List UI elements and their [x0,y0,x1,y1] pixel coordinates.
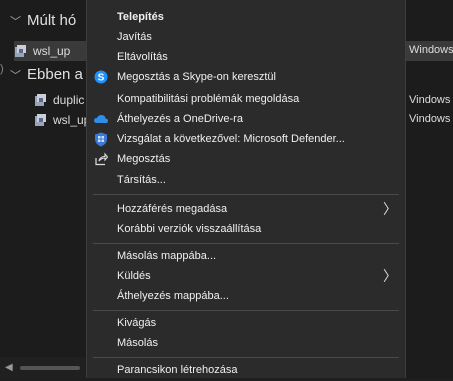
list-item[interactable]: wsl_up [14,41,86,61]
menu-item-label: Másolás mappába... [117,250,217,262]
menu-item-label: Parancsikon létrehozása [117,364,238,376]
file-name: duplic [53,93,85,107]
menu-item-label: Eltávolítás [117,51,168,63]
installer-file-icon [14,44,28,58]
file-type-cell: Vindows [409,113,451,125]
group-header-label: Múlt hó [27,12,77,29]
menu-item-repair[interactable]: Javítás [87,26,405,48]
chevron-right-icon: 〉 [383,201,397,217]
list-item[interactable]: wsl_up [34,110,90,130]
skype-icon: S [93,69,109,85]
menu-item-give-access[interactable]: Hozzáférés megadása 〉 [87,198,405,220]
chevron-down-icon[interactable]: ﹀ [10,13,21,29]
menu-item-associate[interactable]: Társítás... [87,169,405,191]
menu-item-cut[interactable]: Kivágás [87,312,405,334]
group-header-this-month[interactable]: ﹀ Ebben a [10,66,83,83]
menu-item-move-onedrive[interactable]: Áthelyezés a OneDrive-ra [87,108,405,130]
horizontal-scrollbar[interactable]: ◀ [0,357,86,378]
menu-item-label: Küldés [117,270,151,282]
menu-item-copy[interactable]: Másolás [87,332,405,354]
menu-separator [93,310,399,311]
defender-icon [93,131,109,147]
menu-item-scan-defender[interactable]: Vizsgálat a következővel: Microsoft Defe… [87,128,405,150]
collapse-icon[interactable]: ) [0,63,4,75]
menu-item-uninstall[interactable]: Eltávolítás [87,46,405,68]
svg-text:S: S [98,73,105,84]
list-item[interactable]: duplic [34,90,84,110]
group-header-label: Ebben a [27,66,83,83]
menu-item-share-skype[interactable]: S Megosztás a Skype-on keresztül [87,66,405,88]
chevron-right-icon: 〉 [383,268,397,284]
menu-item-send-to[interactable]: Küldés 〉 [87,265,405,287]
menu-item-label: Vizsgálat a következővel: Microsoft Defe… [117,133,345,145]
menu-item-label: Megosztás a Skype-on keresztül [117,71,276,83]
file-type-cell: Vindows [409,94,451,106]
onedrive-icon [93,111,109,127]
menu-item-restore-versions[interactable]: Korábbi verziók visszaállítása [87,218,405,240]
menu-item-label: Hozzáférés megadása [117,203,228,215]
menu-item-share[interactable]: Megosztás [87,148,405,170]
menu-item-label: Másolás [117,337,158,349]
menu-item-move-to-folder[interactable]: Áthelyezés mappába... [87,285,405,307]
menu-separator [93,243,399,244]
menu-item-label: Javítás [117,31,152,43]
group-header-last-month[interactable]: ﹀ Múlt hó [10,12,76,29]
chevron-down-icon[interactable]: ﹀ [10,67,21,83]
menu-item-label: Telepítés [117,11,164,23]
menu-item-label: Korábbi verziók visszaállítása [117,223,262,235]
menu-item-copy-to-folder[interactable]: Másolás mappába... [87,245,405,267]
menu-item-label: Kompatibilitási problémák megoldása [117,93,300,105]
menu-item-label: Társítás... [117,174,166,186]
menu-item-label: Megosztás [117,153,171,165]
scroll-left-icon[interactable]: ◀ [5,362,13,373]
menu-item-label: Áthelyezés mappába... [117,290,229,302]
file-name: wsl_up [53,113,91,127]
menu-item-label: Kivágás [117,317,157,329]
explorer-left-pane: ﹀ Múlt hó wsl_up ) ﹀ Ebben a duplic wsl_… [0,0,90,378]
menu-item-compatibility[interactable]: Kompatibilitási problémák megoldása [87,88,405,110]
installer-file-icon [34,93,48,107]
file-type-cell: Windows [409,44,453,56]
scroll-thumb[interactable] [20,366,80,370]
file-name: wsl_up [33,44,71,58]
menu-separator [93,357,399,358]
menu-item-label: Áthelyezés a OneDrive-ra [117,113,243,125]
share-icon [93,151,109,167]
installer-file-icon [34,113,48,127]
context-menu: Telepítés Javítás Eltávolítás S Megosztá… [86,0,406,378]
menu-item-install[interactable]: Telepítés [87,6,405,28]
menu-separator [93,194,399,195]
